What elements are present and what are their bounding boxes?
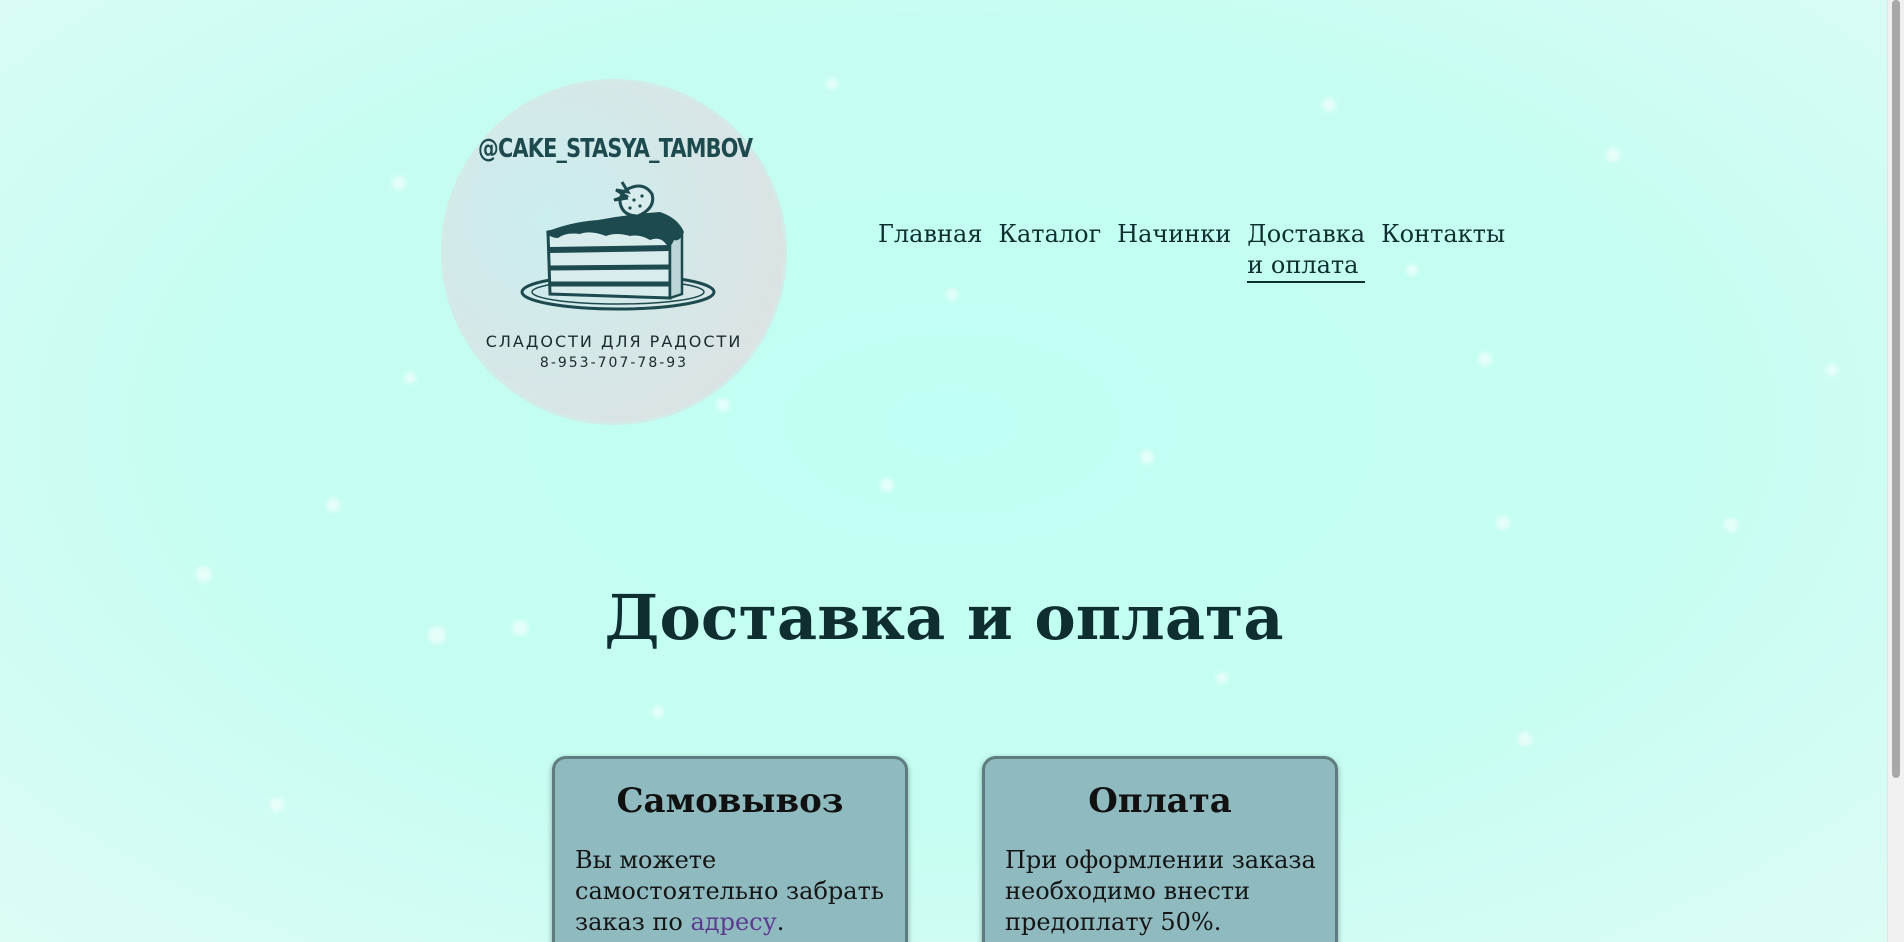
bokeh-dot: [1826, 364, 1838, 376]
nav-item-delivery-line1: Доставка: [1247, 220, 1366, 248]
pickup-card: Самовывоз Вы можете самостоятельно забра…: [552, 756, 908, 942]
nav-item-catalog[interactable]: Каталог: [998, 219, 1101, 283]
bokeh-dot: [1216, 672, 1228, 684]
page-title: Доставка и оплата: [604, 581, 1284, 654]
payment-card: Оплата При оформлении заказа необходимо …: [982, 756, 1338, 942]
nav-item-delivery-line2: и оплата: [1247, 251, 1359, 279]
bokeh-dot: [1606, 148, 1620, 162]
bokeh-dot: [1724, 518, 1738, 532]
logo-handle: @CAKE_STASYA_TAMBOV: [478, 134, 753, 164]
pickup-card-title: Самовывоз: [616, 781, 844, 821]
bokeh-dot: [946, 288, 958, 300]
bokeh-dot: [270, 798, 284, 812]
address-link[interactable]: адресу: [691, 908, 777, 936]
pickup-card-text: Вы можете самостоятельно забрать заказ п…: [575, 845, 893, 938]
bokeh-dot: [880, 478, 894, 492]
bokeh-dot: [652, 706, 664, 718]
nav-item-home[interactable]: Главная: [878, 219, 982, 283]
main-nav: Главная Каталог Начинки Доставка и оплата…: [878, 219, 1505, 283]
bokeh-dot: [404, 372, 416, 384]
bokeh-dot: [826, 78, 838, 90]
cake-slice-icon: [520, 181, 716, 311]
nav-item-delivery-payment[interactable]: Доставка и оплата: [1247, 219, 1366, 283]
payment-card-text: При оформлении заказа необходимо внести …: [1005, 846, 1316, 936]
logo-phone: 8-953-707-78-93: [539, 355, 689, 371]
nav-item-contacts[interactable]: Контакты: [1381, 219, 1505, 283]
bokeh-dot: [1140, 450, 1154, 464]
bokeh-dot: [1496, 516, 1510, 530]
nav-item-fillings[interactable]: Начинки: [1117, 219, 1231, 283]
scrollbar-thumb[interactable]: [1892, 0, 1900, 778]
bokeh-dot: [392, 176, 406, 190]
bokeh-dot: [1322, 98, 1336, 112]
page: @CAKE_STASYA_TAMBOV СЛАДОСТИ ДЛЯ РАДОСТИ…: [0, 0, 1888, 942]
bokeh-dot: [326, 498, 340, 512]
bokeh-dot: [1518, 732, 1532, 746]
site-logo[interactable]: @CAKE_STASYA_TAMBOV СЛАДОСТИ ДЛЯ РАДОСТИ…: [444, 82, 784, 422]
logo-tagline: СЛАДОСТИ ДЛЯ РАДОСТИ: [485, 332, 743, 351]
bokeh-dot: [1478, 352, 1492, 366]
pickup-text-end: .: [776, 908, 785, 936]
bokeh-dot: [716, 398, 730, 412]
vertical-scrollbar[interactable]: [1887, 0, 1904, 942]
payment-card-title: Оплата: [1088, 781, 1232, 821]
